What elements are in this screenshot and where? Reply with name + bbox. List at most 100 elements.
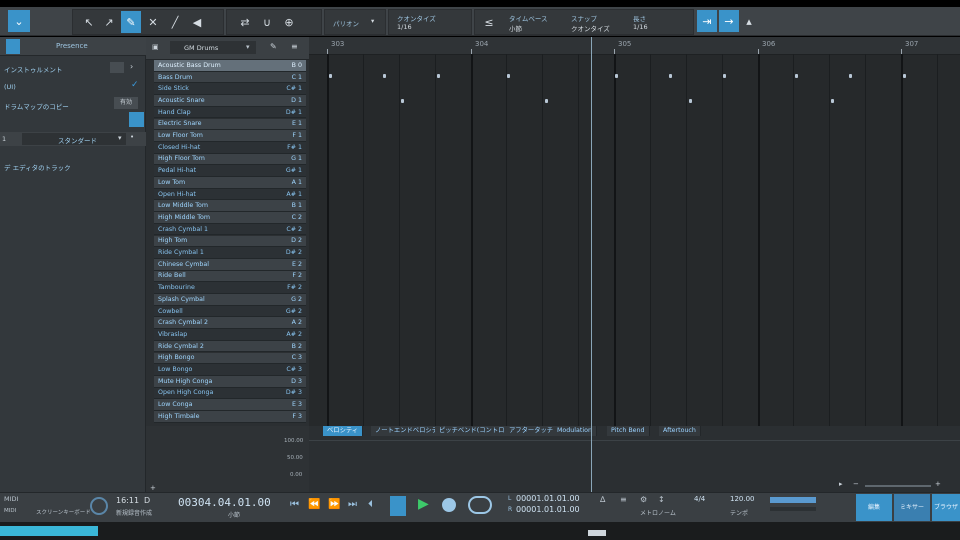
tempo-follow-icon[interactable]: ↕ (658, 495, 665, 504)
time-ruler[interactable]: 303 304 305 306 307 (309, 37, 960, 55)
pencil-icon[interactable]: ✎ (270, 42, 277, 51)
chevron-right-icon[interactable]: › (130, 62, 142, 73)
drum-row[interactable]: High Middle Tom C 2 (154, 212, 306, 224)
zoom-in-icon[interactable]: + (935, 480, 941, 488)
arrow-tool-icon[interactable]: ↖ (79, 11, 99, 33)
track-list-toggle-button[interactable]: ⌄ (8, 10, 30, 32)
tab-pitch-bend[interactable]: Pitch Bend (607, 426, 650, 436)
drum-row[interactable]: Acoustic Bass Drum B 0 (154, 60, 306, 72)
drum-hit[interactable] (669, 74, 672, 78)
inspector-toggle-icon[interactable] (6, 39, 20, 54)
position-display[interactable]: 00304.04.01.00 (178, 496, 271, 509)
tempo-value[interactable]: 120.00 (730, 495, 755, 503)
forward-end-icon[interactable]: ⏭ (348, 499, 357, 510)
right-locator[interactable]: 00001.01.01.00 (516, 505, 580, 514)
drum-hit[interactable] (723, 74, 726, 78)
drum-hit[interactable] (329, 74, 332, 78)
play-icon[interactable]: ▶ (418, 496, 429, 512)
drummap-enable-button[interactable]: 有効 (114, 97, 138, 109)
drum-row[interactable]: Low Tom A 1 (154, 177, 306, 189)
tab-aftertouch[interactable]: Aftertouch (659, 426, 701, 436)
tab-aftertouch-jp[interactable]: アフタータッチ (505, 426, 559, 436)
drummap-dropdown[interactable]: スタンダード ▾ (22, 133, 126, 145)
drum-row[interactable]: Closed Hi-hat F# 1 (154, 141, 306, 154)
drum-row[interactable]: Side Stick C# 1 (154, 83, 306, 96)
auto-scroll-icon[interactable]: ⇥ (697, 10, 717, 32)
drum-hit[interactable] (689, 99, 692, 103)
drum-row[interactable]: Chinese Cymbal E 2 (154, 258, 306, 271)
cpu-meter-icon[interactable] (90, 497, 108, 515)
loop-icon[interactable] (468, 496, 492, 514)
drum-hit[interactable] (507, 74, 510, 78)
note-grid[interactable]: 303 304 305 306 307 (309, 37, 960, 426)
record-mode[interactable]: 新規録音作成 (116, 508, 152, 517)
length-value[interactable]: 1/16 (633, 23, 648, 31)
listen-tool-icon[interactable]: ◀ (187, 11, 207, 33)
drum-hit[interactable] (795, 74, 798, 78)
drum-hit[interactable] (615, 74, 618, 78)
mixer-view-button[interactable]: ミキサー (894, 494, 930, 521)
drum-row[interactable]: Low Conga E 3 (154, 399, 306, 411)
playhead-cursor[interactable] (591, 37, 592, 426)
drum-row[interactable]: Mute High Conga D 3 (154, 375, 306, 388)
glue-tool-icon[interactable]: ∪ (257, 11, 277, 33)
drum-row[interactable]: Crash Cymbal 1 C# 2 (154, 223, 306, 236)
snap-value[interactable]: クオンタイズ (571, 23, 610, 33)
drum-row[interactable]: Vibraslap A# 2 (154, 329, 306, 341)
dropdown-extra-icon[interactable]: • (130, 133, 144, 145)
scroll-up-icon[interactable]: ▴ (742, 10, 756, 32)
screen-keyboard-label[interactable]: スクリーンキーボード (36, 508, 91, 516)
drum-row[interactable]: Low Floor Tom F 1 (154, 130, 306, 142)
drum-row[interactable]: Crash Cymbal 2 A 2 (154, 317, 306, 330)
drum-row[interactable]: Cowbell G# 2 (154, 305, 306, 318)
drum-row[interactable]: Pedal Hi-hat G# 1 (154, 165, 306, 177)
lane-add-icon[interactable]: + (150, 484, 156, 492)
zoom-out-small-icon[interactable]: − (853, 480, 859, 488)
follow-icon[interactable]: → (719, 10, 739, 32)
drum-row[interactable]: High Tom D 2 (154, 235, 306, 248)
rewind-icon[interactable]: ⏪ (308, 499, 320, 510)
pencil-tool-icon[interactable]: ✎ (121, 11, 141, 33)
drum-row[interactable]: High Timbale F 3 (154, 411, 306, 423)
timebase-value[interactable]: 小節 (509, 23, 522, 33)
drum-row[interactable]: Open Hi-hat A# 1 (154, 188, 306, 201)
action-menu[interactable]: パリオン ▾ (324, 9, 386, 35)
zoom-slider[interactable] (865, 485, 931, 487)
left-locator[interactable]: 00001.01.01.00 (516, 494, 580, 503)
drum-hit[interactable] (401, 99, 404, 103)
drum-row[interactable]: Bass Drum C 1 (154, 71, 306, 84)
zoom-tool-icon[interactable]: ⊕ (279, 11, 299, 33)
drum-hit[interactable] (903, 74, 906, 78)
fast-forward-icon[interactable]: ⏩ (328, 499, 340, 510)
split-tool-icon[interactable]: ⇄ (235, 11, 255, 33)
drum-hit[interactable] (437, 74, 440, 78)
checkmark-icon[interactable]: ✓ (131, 80, 143, 91)
range-tool-icon[interactable]: ↗ (99, 11, 119, 33)
drum-row[interactable]: High Floor Tom G 1 (154, 153, 306, 166)
expand-button[interactable] (129, 112, 144, 127)
drum-row[interactable]: Splash Cymbal G 2 (154, 294, 306, 306)
precount-icon[interactable]: ≡ (620, 495, 627, 504)
list-settings-icon[interactable]: ≡ (291, 42, 298, 51)
drum-row[interactable]: Ride Bell F 2 (154, 270, 306, 283)
inspector-tab-label[interactable]: Presence (56, 42, 88, 50)
drum-row[interactable]: High Bongo C 3 (154, 352, 306, 365)
stop-icon[interactable] (442, 498, 456, 512)
drum-row[interactable]: Ride Cymbal 2 B 2 (154, 340, 306, 353)
drum-hit[interactable] (849, 74, 852, 78)
metronome-icon[interactable]: ∆ (600, 495, 605, 504)
drum-row[interactable]: Tambourine F# 2 (154, 282, 306, 294)
instrument-button[interactable] (110, 62, 124, 73)
drum-row[interactable]: Hand Clap D# 1 (154, 106, 306, 119)
drum-row[interactable]: Low Middle Tom B 1 (154, 200, 306, 213)
kit-dropdown[interactable]: GM Drums ▾ (170, 41, 256, 54)
drum-row[interactable]: Acoustic Snare D 1 (154, 95, 306, 107)
list-icon[interactable]: ▣ (152, 43, 159, 51)
line-tool-icon[interactable]: ╱ (165, 11, 185, 33)
edit-view-button[interactable]: 編集 (856, 494, 892, 521)
zoom-out-icon[interactable]: ▸ (839, 480, 843, 488)
drum-row[interactable]: Electric Snare E 1 (154, 118, 306, 131)
drum-hit[interactable] (545, 99, 548, 103)
controller-lane[interactable]: ベロシティ ノートエンドベロシティ ピッチベンド(コントロール) アフタータッチ… (309, 426, 960, 492)
snap-toggle-icon[interactable]: ≤ (479, 11, 499, 33)
